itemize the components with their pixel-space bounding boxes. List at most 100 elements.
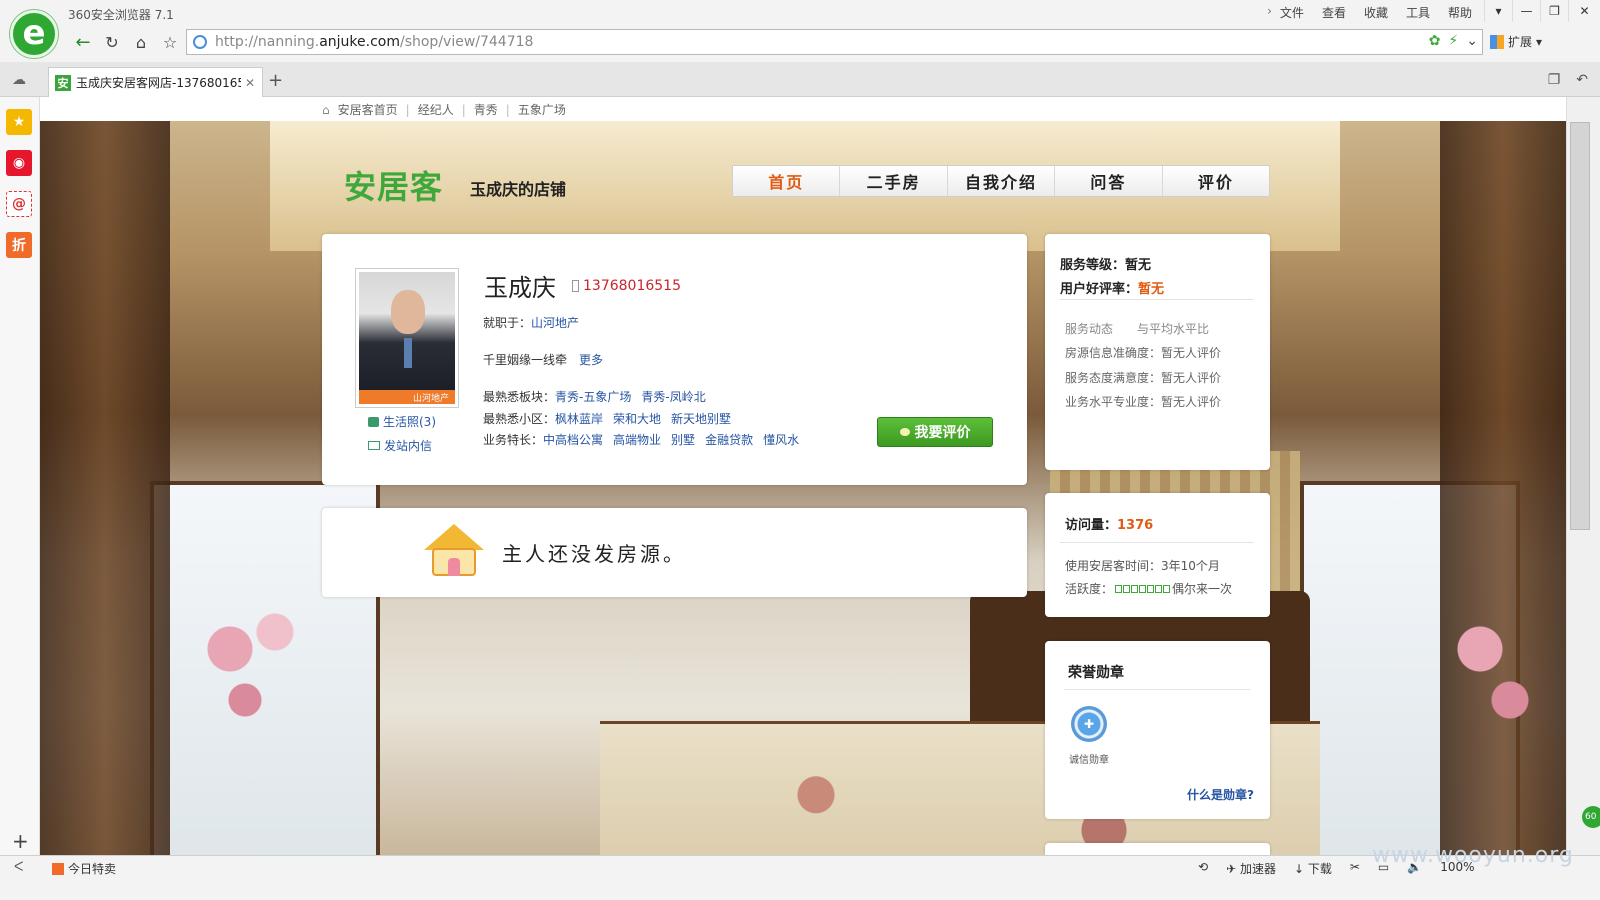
- sidebar-toggle-icon[interactable]: ᐸ: [14, 860, 23, 875]
- avatar[interactable]: 山河地产: [355, 268, 459, 408]
- menu-tools[interactable]: 工具: [1406, 4, 1430, 21]
- accelerator-label: 加速器: [1239, 862, 1276, 876]
- specialty-link[interactable]: 别墅: [671, 433, 695, 447]
- history-icon[interactable]: ⟲: [1198, 860, 1208, 877]
- deal-icon: [52, 862, 64, 875]
- write-review-button[interactable]: 我要评价: [877, 417, 993, 447]
- breadcrumb: ⌂ 安居客首页 | 经纪人 | 青秀 | 五象广场: [322, 101, 566, 118]
- nav-home[interactable]: 首页: [733, 166, 839, 196]
- nav-about[interactable]: 自我介绍: [946, 166, 1054, 196]
- breadcrumb-area[interactable]: 五象广场: [518, 101, 566, 118]
- mail-icon[interactable]: @: [6, 191, 32, 217]
- dropdown-chevron-icon[interactable]: ⌄: [1466, 33, 1478, 49]
- honor-title: 荣誉勋章: [1068, 665, 1124, 681]
- menu-favorites[interactable]: 收藏: [1364, 4, 1388, 21]
- safe-icon[interactable]: ✿: [1429, 33, 1441, 49]
- close-icon[interactable]: ✕: [1568, 0, 1600, 22]
- area-link[interactable]: 青秀-凤岭北: [641, 390, 705, 404]
- url-prefix: http://nanning.: [215, 34, 320, 50]
- cloud-icon[interactable]: ☁: [12, 72, 26, 88]
- specialty-link[interactable]: 中高档公寓: [543, 433, 603, 447]
- community-link[interactable]: 新天地别墅: [671, 412, 731, 426]
- tab-compare-average[interactable]: 与平均水平比: [1137, 320, 1209, 337]
- life-photos-label: 生活照(3): [383, 415, 436, 429]
- specialties-line: 业务特长：中高档公寓 高端物业 别墅 金融贷款 懂风水: [483, 431, 809, 448]
- tab-title: 玉成庆安居客网店-137680165: [76, 76, 241, 90]
- restore-tab-icon[interactable]: ❐: [1548, 72, 1561, 88]
- activity-meter: [1115, 584, 1171, 593]
- extensions-button[interactable]: 扩展 ▾: [1490, 33, 1542, 50]
- menu-help[interactable]: 帮助: [1448, 4, 1472, 21]
- tab-active[interactable]: 安 玉成庆安居客网店-137680165 ✕: [48, 67, 263, 97]
- badge-label: 诚信勋章: [1069, 755, 1109, 766]
- tab-close-icon[interactable]: ✕: [245, 76, 255, 90]
- nav-secondhand[interactable]: 二手房: [839, 166, 946, 196]
- home-crumb-icon: ⌂: [322, 102, 330, 117]
- browser-logo-icon[interactable]: e: [10, 10, 58, 58]
- menu-chevron-icon[interactable]: ›: [1267, 4, 1272, 21]
- tab-bar-tools: ❐ ↶: [1548, 72, 1588, 88]
- refresh-icon[interactable]: ↻: [101, 31, 123, 53]
- breadcrumb-separator: |: [405, 102, 410, 117]
- company-link[interactable]: 山河地产: [531, 316, 579, 330]
- area-link[interactable]: 青秀-五象广场: [555, 390, 631, 404]
- menu-view[interactable]: 查看: [1322, 4, 1346, 21]
- sidebar-add-icon[interactable]: +: [12, 829, 29, 853]
- company-label: 就职于：: [483, 316, 532, 330]
- url-path: /shop/view/744718: [399, 34, 534, 50]
- specialty-link[interactable]: 高端物业: [613, 433, 661, 447]
- favorites-star-icon[interactable]: ★: [6, 109, 32, 135]
- nav-reviews[interactable]: 评价: [1161, 166, 1269, 196]
- house-icon: [424, 524, 484, 580]
- undo-icon[interactable]: ↶: [1576, 72, 1588, 88]
- life-photos-link[interactable]: 生活照(3): [368, 413, 436, 430]
- avatar-face: [391, 290, 425, 334]
- anjuke-logo[interactable]: 安居客: [344, 162, 443, 208]
- weibo-icon[interactable]: ◉: [6, 150, 32, 176]
- bg-flowers: [1420, 581, 1566, 751]
- breadcrumb-bar: [40, 97, 1566, 121]
- breadcrumb-district[interactable]: 青秀: [474, 101, 498, 118]
- specialty-link[interactable]: 懂风水: [763, 433, 799, 447]
- scrollbar-thumb[interactable]: [1570, 122, 1590, 530]
- star-icon[interactable]: ☆: [159, 31, 181, 53]
- new-tab-icon[interactable]: +: [268, 70, 283, 91]
- menu-file[interactable]: 文件: [1280, 4, 1304, 21]
- today-deal-button[interactable]: 今日特卖: [52, 860, 116, 877]
- activity-segment: [1147, 584, 1155, 593]
- nav-qa[interactable]: 问答: [1054, 166, 1161, 196]
- speed-icon[interactable]: ⚡: [1448, 33, 1458, 49]
- url-text[interactable]: http://nanning.anjuke.com/shop/view/7447…: [215, 34, 533, 50]
- address-bar[interactable]: http://nanning.anjuke.com/shop/view/7447…: [186, 29, 1483, 55]
- community-link[interactable]: 荣和大地: [613, 412, 661, 426]
- community-link[interactable]: 枫林蓝岸: [555, 412, 603, 426]
- next-card: [1045, 843, 1270, 855]
- discount-icon[interactable]: 折: [6, 232, 32, 258]
- minimize-icon[interactable]: —: [1512, 0, 1540, 22]
- back-icon[interactable]: ←: [72, 31, 94, 53]
- download-button[interactable]: ↓ 下载: [1294, 860, 1332, 877]
- service-tabs: 服务动态 与平均水平比: [1065, 320, 1209, 337]
- skin-icon[interactable]: ▾: [1484, 0, 1512, 22]
- bg-flowers: [170, 581, 320, 751]
- breadcrumb-home[interactable]: 安居客首页: [338, 101, 398, 118]
- phone-number: 13768016515: [583, 278, 681, 294]
- visit-count-label: 访问量：: [1065, 518, 1118, 533]
- specialty-link[interactable]: 金融贷款: [705, 433, 753, 447]
- screenshot-icon[interactable]: ✂: [1350, 860, 1360, 877]
- activity-segment: [1139, 584, 1147, 593]
- what-is-badge-link[interactable]: 什么是勋章?: [1187, 786, 1254, 803]
- maximize-icon[interactable]: ❐: [1540, 0, 1568, 22]
- accelerator-button[interactable]: ✈ 加速器: [1226, 860, 1276, 877]
- activity-segment: [1115, 584, 1123, 593]
- speed-badge[interactable]: 60: [1582, 806, 1600, 828]
- send-message-link[interactable]: 发站内信: [368, 437, 432, 454]
- user-rating-label: 用户好评率：: [1060, 282, 1139, 297]
- activity-text: 偶尔来一次: [1172, 582, 1233, 596]
- shield-badge-icon[interactable]: ✚: [1071, 706, 1107, 742]
- tab-service-activity[interactable]: 服务动态: [1065, 320, 1113, 337]
- more-link[interactable]: 更多: [579, 353, 603, 367]
- home-icon[interactable]: ⌂: [130, 31, 152, 53]
- breadcrumb-agent[interactable]: 经纪人: [418, 101, 454, 118]
- extensions-label: 扩展: [1508, 35, 1533, 49]
